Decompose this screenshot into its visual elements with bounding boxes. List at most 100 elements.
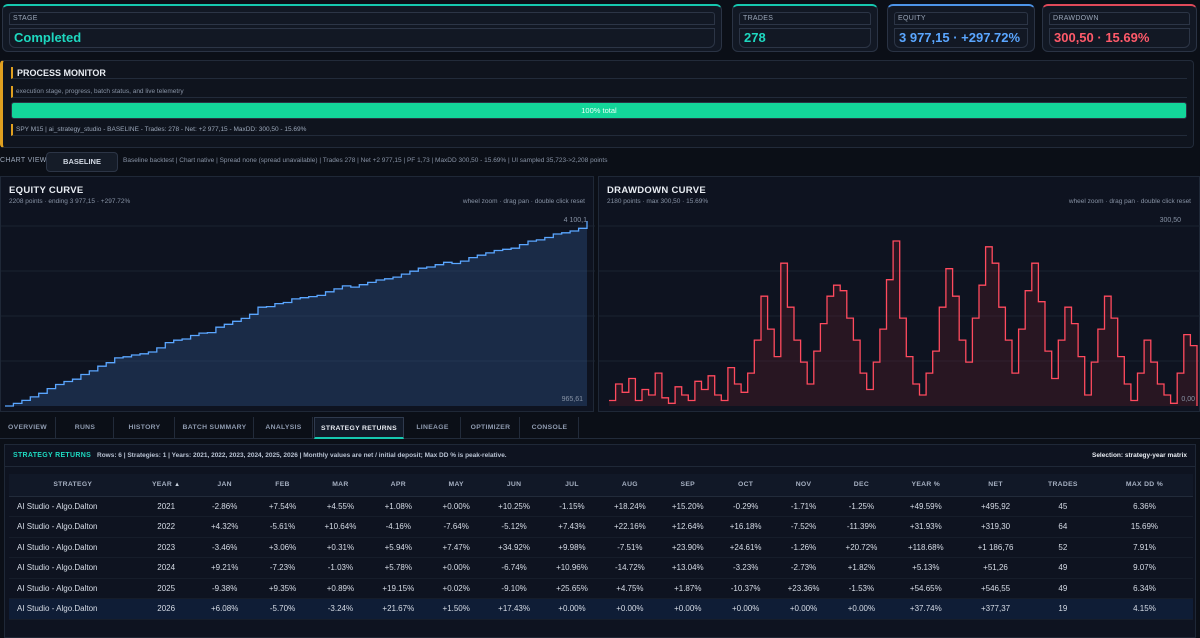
table-cell: -1.03%	[311, 557, 370, 579]
process-monitor-title: PROCESS MONITOR	[11, 67, 1187, 79]
drawdown-curve-hint: wheel zoom · drag pan · double click res…	[1068, 198, 1191, 205]
table-cell: +4.55%	[311, 496, 370, 517]
column-header-label: SEP	[680, 481, 696, 489]
process-status-line: SPY M15 | ai_strategy_studio - BASELINE …	[11, 124, 1187, 136]
column-header-jul[interactable]: JUL	[543, 474, 601, 497]
table-cell: +4.75%	[600, 578, 659, 599]
table-cell: +0.00%	[774, 598, 833, 620]
table-cell: +9.98%	[543, 537, 601, 558]
table-cell: 2025	[136, 578, 196, 599]
column-header-apr[interactable]: APR	[369, 474, 428, 497]
column-header-mar[interactable]: MAR	[311, 474, 370, 497]
column-header-year[interactable]: YEAR ▲	[136, 474, 196, 497]
table-cell: 15.69%	[1095, 516, 1193, 538]
equity-value: 3 977,15 · +297.72%	[894, 28, 1028, 48]
table-cell: -14.72%	[600, 557, 659, 579]
table-cell: AI Studio - Algo.Dalton	[9, 598, 137, 620]
tab-history[interactable]: HISTORY	[115, 417, 175, 439]
column-header-dec[interactable]: DEC	[832, 474, 891, 497]
table-cell: -7.23%	[253, 557, 312, 579]
table-cell: -11.39%	[832, 516, 891, 538]
tab-lineage[interactable]: LINEAGE	[405, 417, 461, 439]
table-row[interactable]: AI Studio - Algo.Dalton 2022 +4.32% -5.61% +…	[9, 516, 1193, 538]
table-cell: +7.43%	[543, 516, 601, 538]
column-header-label: YEAR %	[911, 481, 941, 489]
returns-meta: Rows: 6 | Strategies: 1 | Years: 2021, 2…	[97, 452, 507, 459]
table-row[interactable]: AI Studio - Algo.Dalton 2021 -2.86% +7.54% +…	[9, 496, 1193, 517]
table-cell: 2022	[136, 516, 196, 538]
table-row[interactable]: AI Studio - Algo.Dalton 2026 +6.08% -5.70% -…	[9, 598, 1193, 620]
table-row[interactable]: AI Studio - Algo.Dalton 2023 -3.46% +3.06% +…	[9, 537, 1193, 558]
tab-strategy-returns[interactable]: STRATEGY RETURNS	[314, 417, 404, 439]
column-header-label: AUG	[621, 481, 638, 489]
returns-selection: Selection: strategy-year matrix	[1091, 452, 1187, 459]
equity-curve-panel[interactable]: EQUITY CURVE 2208 points · ending 3 977,…	[0, 176, 595, 412]
column-header-feb[interactable]: FEB	[253, 474, 312, 497]
table-cell: +9.21%	[195, 557, 254, 579]
table-cell: +24.61%	[716, 537, 775, 558]
table-cell: -9.10%	[485, 578, 544, 599]
column-header-label: NET	[988, 481, 1003, 489]
drawdown-value: 300,50 · 15.69%	[1049, 28, 1190, 48]
equity-label: EQUITY	[894, 12, 1028, 25]
table-cell: +13.04%	[658, 557, 717, 579]
table-cell: +495,92	[961, 496, 1030, 517]
tab-console[interactable]: CONSOLE	[521, 417, 579, 439]
drawdown-label: DRAWDOWN	[1049, 12, 1190, 25]
table-cell: 19	[1029, 598, 1096, 620]
column-header-oct[interactable]: OCT	[716, 474, 775, 497]
table-cell: +22.16%	[600, 516, 659, 538]
tab-overview[interactable]: OVERVIEW	[0, 417, 56, 439]
tab-batch-summary[interactable]: BATCH SUMMARY	[176, 417, 254, 439]
main-tabs: OVERVIEW RUNS HISTORY BATCH SUMMARY ANAL…	[0, 417, 1200, 439]
column-header-label: NOV	[795, 481, 812, 489]
tab-optimizer[interactable]: OPTIMIZER	[462, 417, 520, 439]
drawdown-min-label: 0,00	[1181, 396, 1195, 403]
process-monitor: PROCESS MONITOR execution stage, progres…	[0, 60, 1194, 148]
drawdown-curve-panel[interactable]: DRAWDOWN CURVE 2180 points · max 300,50 …	[598, 176, 1200, 412]
column-header-nov[interactable]: NOV	[774, 474, 833, 497]
table-cell: AI Studio - Algo.Dalton	[9, 496, 137, 517]
column-header-year[interactable]: YEAR %	[890, 474, 962, 497]
table-cell: +18.24%	[600, 496, 659, 517]
table-cell: AI Studio - Algo.Dalton	[9, 516, 137, 538]
table-cell: +1.87%	[658, 578, 717, 599]
table-cell: -7.52%	[774, 516, 833, 538]
table-cell: -6.74%	[485, 557, 544, 579]
table-cell: +9.35%	[253, 578, 312, 599]
table-cell: +4.32%	[195, 516, 254, 538]
table-cell: 2026	[136, 598, 196, 620]
table-row[interactable]: AI Studio - Algo.Dalton 2024 +9.21% -7.23% -…	[9, 557, 1193, 579]
progress-bar: 100% total	[11, 102, 1187, 119]
equity-curve-chart[interactable]: 4 100,1 965,61	[1, 211, 595, 411]
baseline-button[interactable]: BASELINE	[46, 152, 118, 172]
chart-view-meta: Baseline backtest | Chart native | Sprea…	[123, 157, 608, 164]
table-cell: +16.18%	[716, 516, 775, 538]
column-header-strategy[interactable]: STRATEGY	[9, 474, 137, 497]
table-cell: +10.25%	[485, 496, 544, 517]
table-cell: +23.36%	[774, 578, 833, 599]
table-cell: +25.65%	[543, 578, 601, 599]
equity-card: EQUITY 3 977,15 · +297.72%	[887, 4, 1035, 52]
column-header-may[interactable]: MAY	[427, 474, 486, 497]
table-cell: +5.13%	[890, 557, 962, 579]
table-row[interactable]: AI Studio - Algo.Dalton 2025 -9.38% +9.35% +…	[9, 578, 1193, 599]
table-cell: -7.51%	[600, 537, 659, 558]
column-header-jun[interactable]: JUN	[485, 474, 544, 497]
drawdown-curve-chart[interactable]: 300,50 0,00	[599, 211, 1200, 411]
stage-label: STAGE	[9, 12, 715, 25]
table-cell: +1.08%	[369, 496, 428, 517]
column-header-jan[interactable]: JAN	[195, 474, 254, 497]
column-header-sep[interactable]: SEP	[658, 474, 717, 497]
column-header-aug[interactable]: AUG	[600, 474, 659, 497]
tab-runs[interactable]: RUNS	[57, 417, 114, 439]
column-header-net[interactable]: NET	[961, 474, 1030, 497]
returns-table: STRATEGY YEAR ▲ JAN FEB MAR APR MAY JUN JUL AUG SEP…	[9, 474, 1193, 620]
tab-analysis[interactable]: ANALYSIS	[255, 417, 313, 439]
table-cell: +0.31%	[311, 537, 370, 558]
column-header-max-dd[interactable]: MAX DD %	[1095, 474, 1193, 497]
table-cell: 2024	[136, 557, 196, 579]
column-header-trades[interactable]: TRADES	[1029, 474, 1096, 497]
table-cell: +10.96%	[543, 557, 601, 579]
equity-area	[5, 221, 587, 406]
